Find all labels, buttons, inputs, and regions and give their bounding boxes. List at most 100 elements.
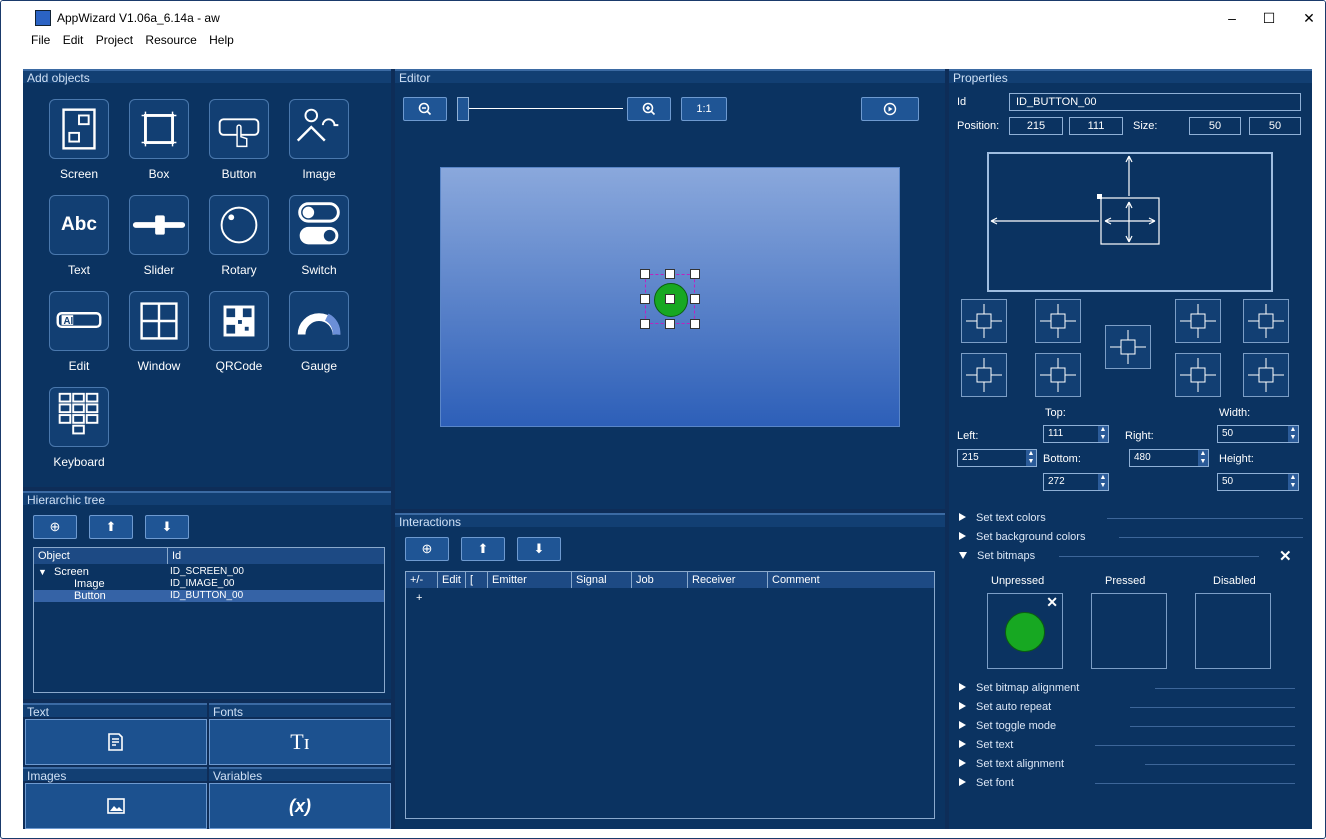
resize-handle[interactable]: [665, 319, 675, 329]
tree-move-up-button[interactable]: ⬆: [89, 515, 133, 539]
anchor-center-button[interactable]: [1105, 325, 1151, 369]
menu-file[interactable]: File: [31, 33, 50, 47]
add-rotary-tile[interactable]: [209, 195, 269, 255]
spin-arrows-icon[interactable]: ▲ ▼: [1098, 474, 1108, 490]
spin-arrows-icon[interactable]: ▲ ▼: [1288, 474, 1298, 490]
set-bitmaps-section[interactable]: Set bitmaps: [959, 549, 1305, 563]
add-image-tile[interactable]: [289, 99, 349, 159]
spin-arrows-icon[interactable]: ▲ ▼: [1098, 426, 1108, 442]
move-handle[interactable]: [665, 294, 675, 304]
add-box-tile[interactable]: [129, 99, 189, 159]
add-screen-tile[interactable]: [49, 99, 109, 159]
interaction-add-button[interactable]: ⊕: [405, 537, 449, 561]
expand-triangle-icon[interactable]: ▼: [38, 566, 47, 578]
resize-handle[interactable]: [665, 269, 675, 279]
add-keyboard-tile[interactable]: [49, 387, 109, 447]
anchor-top-right-button[interactable]: [1175, 299, 1221, 343]
images-resource-button[interactable]: [25, 783, 207, 829]
disabled-bitmap-slot[interactable]: [1195, 593, 1271, 669]
position-y-field[interactable]: 111: [1069, 117, 1123, 135]
text-resource-button[interactable]: [25, 719, 207, 765]
id-field[interactable]: ID_BUTTON_00: [1009, 93, 1301, 111]
tree-row-id: ID_BUTTON_00: [170, 590, 244, 601]
document-edit-icon: [108, 733, 123, 751]
left-spinbox[interactable]: 215 ▲ ▼: [957, 449, 1037, 467]
interaction-move-down-button[interactable]: ⬇: [517, 537, 561, 561]
add-text-tile[interactable]: Abc: [49, 195, 109, 255]
resize-handle[interactable]: [640, 319, 650, 329]
resize-handle[interactable]: [690, 319, 700, 329]
menu-project[interactable]: Project: [96, 33, 133, 47]
anchor-top-button[interactable]: [1035, 299, 1081, 343]
tree-add-button[interactable]: ⊕: [33, 515, 77, 539]
close-bitmaps-button[interactable]: ✕: [1279, 547, 1292, 565]
spin-arrows-icon[interactable]: ▲ ▼: [1026, 450, 1036, 466]
anchor-bottom-button[interactable]: [1035, 353, 1081, 397]
zoom-slider-handle[interactable]: [457, 97, 469, 121]
section-set-auto-repeat[interactable]: Set auto repeat: [959, 700, 1305, 714]
variables-resource-button[interactable]: (x): [209, 783, 391, 829]
tree-move-down-button[interactable]: ⬇: [145, 515, 189, 539]
resize-handle[interactable]: [640, 269, 650, 279]
section-set-bitmap-alignment[interactable]: Set bitmap alignment: [959, 681, 1305, 695]
zoom-slider-track[interactable]: [459, 108, 623, 109]
menu-resource[interactable]: Resource: [145, 33, 196, 47]
resize-handle[interactable]: [690, 294, 700, 304]
section-divider: [1059, 556, 1259, 557]
add-gauge-tile[interactable]: [289, 291, 349, 351]
section-set-toggle-mode[interactable]: Set toggle mode: [959, 719, 1305, 733]
fonts-resource-heading: Fonts: [209, 703, 391, 719]
spin-arrows-icon[interactable]: ▲ ▼: [1288, 426, 1298, 442]
tree-row[interactable]: ▼ Screen ID_SCREEN_00: [34, 566, 384, 578]
add-slider-tile[interactable]: [129, 195, 189, 255]
size-width-field[interactable]: 50: [1189, 117, 1241, 135]
position-x-field[interactable]: 215: [1009, 117, 1063, 135]
menu-help[interactable]: Help: [209, 33, 234, 47]
menu-edit[interactable]: Edit: [63, 33, 84, 47]
fonts-resource-button[interactable]: Tɪ: [209, 719, 391, 765]
interactions-table: +/- Edit [ Emitter Signal Job Receiver C…: [405, 571, 935, 819]
interaction-move-up-button[interactable]: ⬆: [461, 537, 505, 561]
add-edit-tile[interactable]: AI: [49, 291, 109, 351]
pressed-bitmap-slot[interactable]: [1091, 593, 1167, 669]
section-set-background-colors[interactable]: Set background colors: [959, 530, 1305, 544]
add-button-tile[interactable]: [209, 99, 269, 159]
section-set-text-colors[interactable]: Set text colors: [959, 511, 1305, 525]
zoom-in-button[interactable]: [627, 97, 671, 121]
zoom-reset-button[interactable]: 1:1: [681, 97, 727, 121]
add-switch-tile[interactable]: [289, 195, 349, 255]
anchor-bottom-left-button[interactable]: [961, 353, 1007, 397]
zoom-out-button[interactable]: [403, 97, 447, 121]
section-set-text-alignment[interactable]: Set text alignment: [959, 757, 1305, 771]
top-spinbox[interactable]: 111 ▲ ▼: [1043, 425, 1109, 443]
section-set-font[interactable]: Set font: [959, 776, 1305, 790]
section-divider: [1155, 688, 1295, 689]
right-spinbox[interactable]: 480 ▲ ▼: [1129, 449, 1209, 467]
tree-row[interactable]: Image ID_IMAGE_00: [34, 578, 384, 590]
close-window-button[interactable]: ✕: [1291, 7, 1325, 29]
height-spinbox[interactable]: 50 ▲ ▼: [1217, 473, 1299, 491]
section-set-text[interactable]: Set text: [959, 738, 1305, 752]
resize-handle[interactable]: [640, 294, 650, 304]
anchor-bottom-right-button[interactable]: [1175, 353, 1221, 397]
remove-bitmap-button[interactable]: ✕: [1046, 594, 1058, 611]
unpressed-bitmap-slot[interactable]: ✕: [987, 593, 1063, 669]
section-divider: [1130, 726, 1295, 727]
anchor-top-left-button[interactable]: [961, 299, 1007, 343]
spin-arrows-icon[interactable]: ▲ ▼: [1198, 450, 1208, 466]
play-simulation-button[interactable]: [861, 97, 919, 121]
resize-handle[interactable]: [690, 269, 700, 279]
screen-canvas[interactable]: [440, 167, 900, 427]
add-window-tile[interactable]: [129, 291, 189, 351]
add-qrcode-tile[interactable]: [209, 291, 269, 351]
maximize-button[interactable]: ☐: [1251, 7, 1287, 29]
minimize-button[interactable]: –: [1214, 7, 1250, 29]
bottom-spinbox[interactable]: 272 ▲ ▼: [1043, 473, 1109, 491]
tree-row-selected[interactable]: Button ID_BUTTON_00: [34, 590, 384, 602]
add-interaction-row[interactable]: +: [416, 592, 422, 604]
tree-col-id: Id: [168, 548, 384, 564]
anchor-left-right-button[interactable]: [1243, 353, 1289, 397]
anchor-right-button[interactable]: [1243, 299, 1289, 343]
width-spinbox[interactable]: 50 ▲ ▼: [1217, 425, 1299, 443]
size-height-field[interactable]: 50: [1249, 117, 1301, 135]
